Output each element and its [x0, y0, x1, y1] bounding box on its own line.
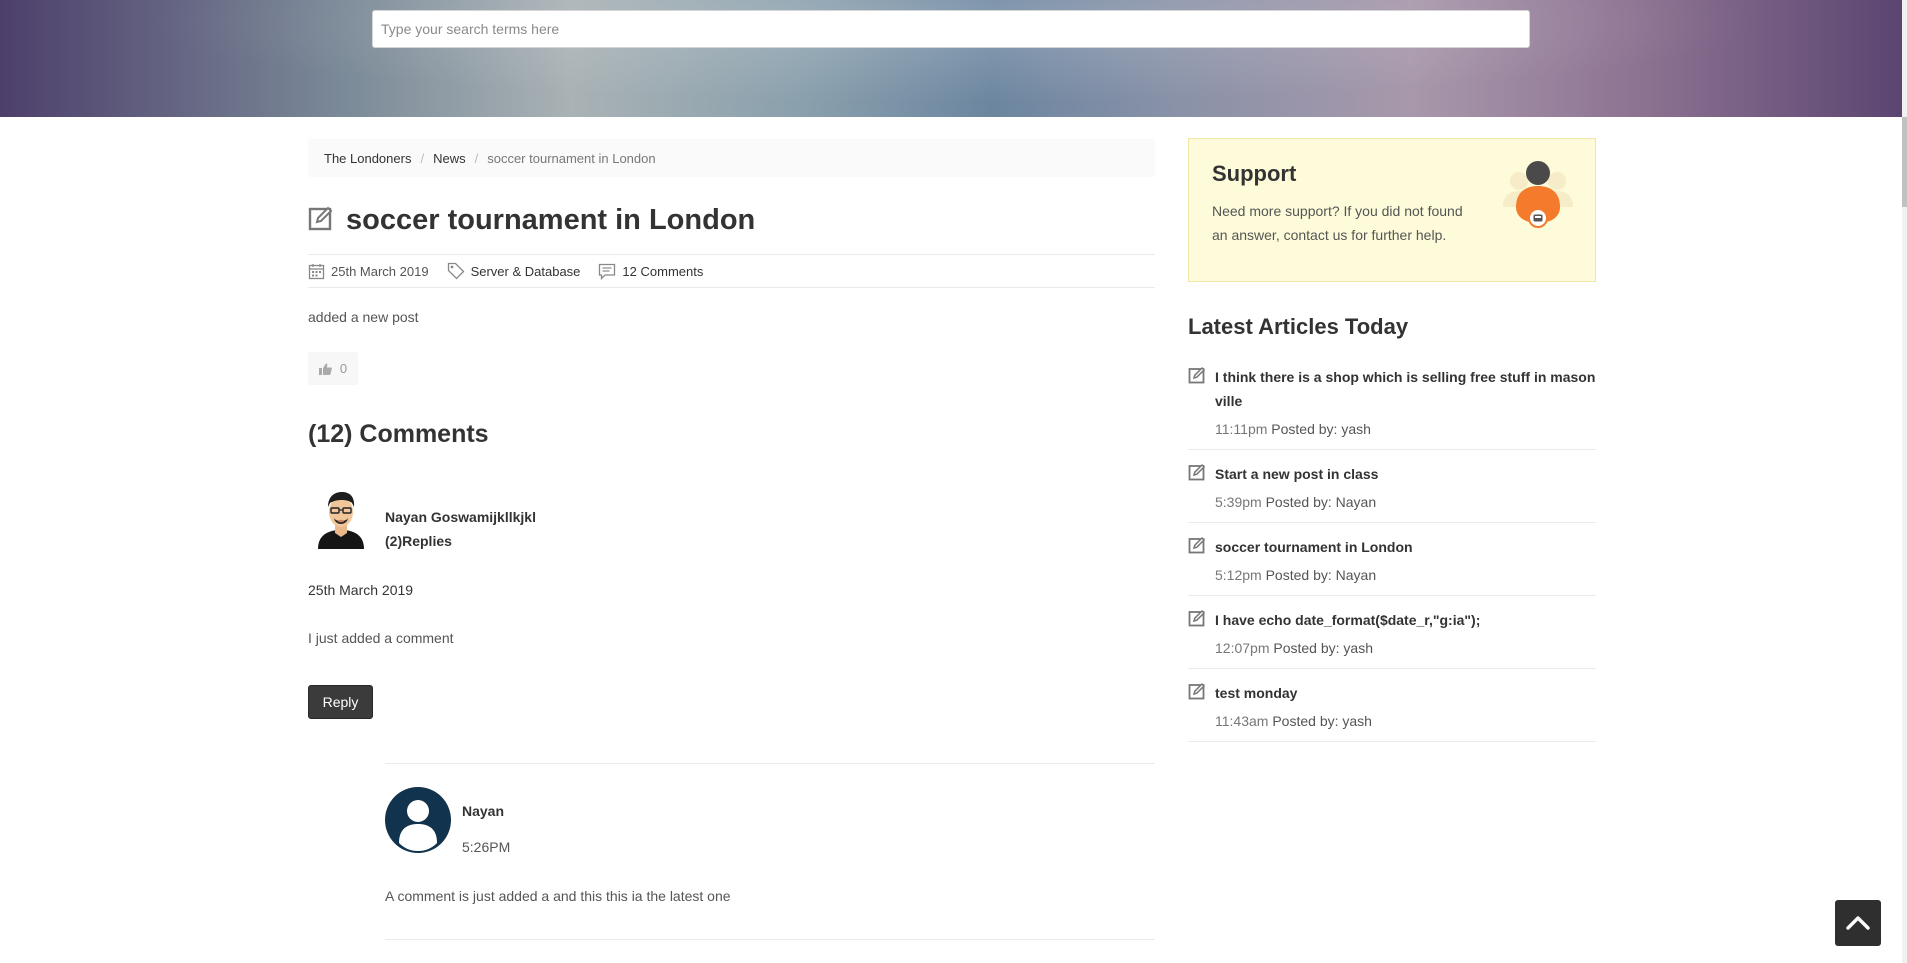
latest-articles-heading: Latest Articles Today: [1188, 314, 1409, 339]
article-time: 5:39pm: [1215, 494, 1262, 510]
breadcrumb-separator: /: [420, 150, 425, 166]
article-posted-by-label: Posted by:: [1265, 494, 1332, 510]
comment-author[interactable]: Nayan Goswamijkllkjkl: [385, 509, 536, 525]
comment-text: I just added a comment: [308, 630, 454, 646]
article-author: yash: [1341, 421, 1371, 437]
edit-icon: [1188, 366, 1206, 389]
article-meta: 5:12pm Posted by: Nayan: [1215, 565, 1596, 585]
article-meta: 12:07pm Posted by: yash: [1215, 638, 1596, 658]
article-title-link[interactable]: Start a new post in class: [1215, 462, 1596, 486]
comment-date: 25th March 2019: [308, 582, 414, 598]
like-button[interactable]: 0: [308, 352, 358, 385]
support-people-icon: [1499, 159, 1577, 236]
edit-icon: [1188, 463, 1206, 486]
post-category-link[interactable]: Server & Database: [471, 264, 581, 279]
article-author: Nayan: [1335, 567, 1377, 583]
article-author: yash: [1342, 713, 1372, 729]
list-item[interactable]: Start a new post in class 5:39pm Posted …: [1188, 450, 1596, 523]
comments-heading: (12) Comments: [308, 420, 489, 448]
post-title-row: soccer tournament in London: [308, 204, 755, 237]
avatar: [385, 787, 451, 853]
comment-replies-count[interactable]: (2)Replies: [385, 533, 452, 549]
avatar: [312, 489, 370, 549]
edit-icon: [1188, 609, 1206, 632]
scrollbar-thumb[interactable]: [1902, 117, 1907, 207]
list-item[interactable]: I have echo date_format($date_r,"g:ia");…: [1188, 596, 1596, 669]
breadcrumb-current: soccer tournament in London: [487, 150, 656, 166]
post-meta: 25th March 2019 Server & Database 12 Com…: [308, 254, 1155, 288]
article-posted-by-label: Posted by:: [1273, 640, 1340, 656]
article-posted-by-label: Posted by:: [1272, 713, 1339, 729]
breadcrumb-news-link[interactable]: News: [433, 151, 466, 166]
post-comments-count[interactable]: 12 Comments: [598, 263, 703, 280]
reply-text: A comment is just added a and this this …: [385, 888, 731, 904]
list-item[interactable]: soccer tournament in London 5:12pm Poste…: [1188, 523, 1596, 596]
article-title-link[interactable]: test monday: [1215, 681, 1596, 705]
like-count: 0: [339, 361, 348, 376]
comment-icon: [599, 263, 616, 280]
post-category[interactable]: Server & Database: [447, 262, 581, 280]
post-date-text: 25th March 2019: [331, 263, 429, 279]
thumbs-up-icon: [318, 363, 332, 375]
latest-articles-list: I think there is a shop which is selling…: [1188, 353, 1596, 742]
reply-button[interactable]: Reply: [308, 685, 373, 719]
article-posted-by-label: Posted by:: [1271, 421, 1338, 437]
divider: [385, 763, 1155, 764]
article-time: 5:12pm: [1215, 567, 1262, 583]
calendar-icon: [308, 263, 325, 279]
edit-icon: [1188, 536, 1206, 559]
article-author: Nayan: [1335, 494, 1377, 510]
article-meta: 11:11pm Posted by: yash: [1215, 419, 1596, 439]
reply-author[interactable]: Nayan: [462, 803, 504, 819]
article-posted-by-label: Posted by:: [1265, 567, 1332, 583]
search-input[interactable]: [372, 10, 1530, 48]
list-item[interactable]: I think there is a shop which is selling…: [1188, 353, 1596, 450]
divider: [385, 939, 1155, 940]
article-meta: 11:43am Posted by: yash: [1215, 711, 1596, 731]
post-title: soccer tournament in London: [346, 204, 756, 236]
post-body: added a new post: [308, 309, 419, 325]
article-time: 11:43am: [1215, 713, 1269, 729]
support-title: Support: [1212, 161, 1297, 186]
scroll-to-top-button[interactable]: [1835, 900, 1881, 946]
reply-time: 5:26PM: [462, 839, 511, 855]
post-date: 25th March 2019: [308, 263, 429, 280]
breadcrumb-home-link[interactable]: The Londoners: [324, 151, 411, 166]
article-author: yash: [1343, 640, 1373, 656]
list-item[interactable]: test monday 11:43am Posted by: yash: [1188, 669, 1596, 742]
edit-icon: [1188, 682, 1206, 705]
article-title-link[interactable]: soccer tournament in London: [1215, 535, 1596, 559]
support-box: Support Need more support? If you did no…: [1188, 138, 1596, 282]
article-time: 11:11pm: [1215, 421, 1268, 437]
breadcrumb: The Londoners / News / soccer tournament…: [308, 139, 1155, 177]
tag-icon: [447, 262, 464, 280]
post-comments-link[interactable]: 12 Comments: [622, 264, 703, 279]
article-time: 12:07pm: [1215, 640, 1270, 656]
support-text: Need more support? If you did not found …: [1212, 203, 1463, 243]
article-meta: 5:39pm Posted by: Nayan: [1215, 492, 1596, 512]
breadcrumb-separator: /: [474, 150, 479, 166]
page-scrollbar[interactable]: [1902, 0, 1907, 963]
hero-banner: [0, 0, 1907, 117]
article-title-link[interactable]: I think there is a shop which is selling…: [1215, 365, 1596, 413]
article-title-link[interactable]: I have echo date_format($date_r,"g:ia");: [1215, 608, 1596, 632]
chevron-up-icon: [1846, 916, 1870, 930]
edit-icon: [308, 205, 334, 236]
